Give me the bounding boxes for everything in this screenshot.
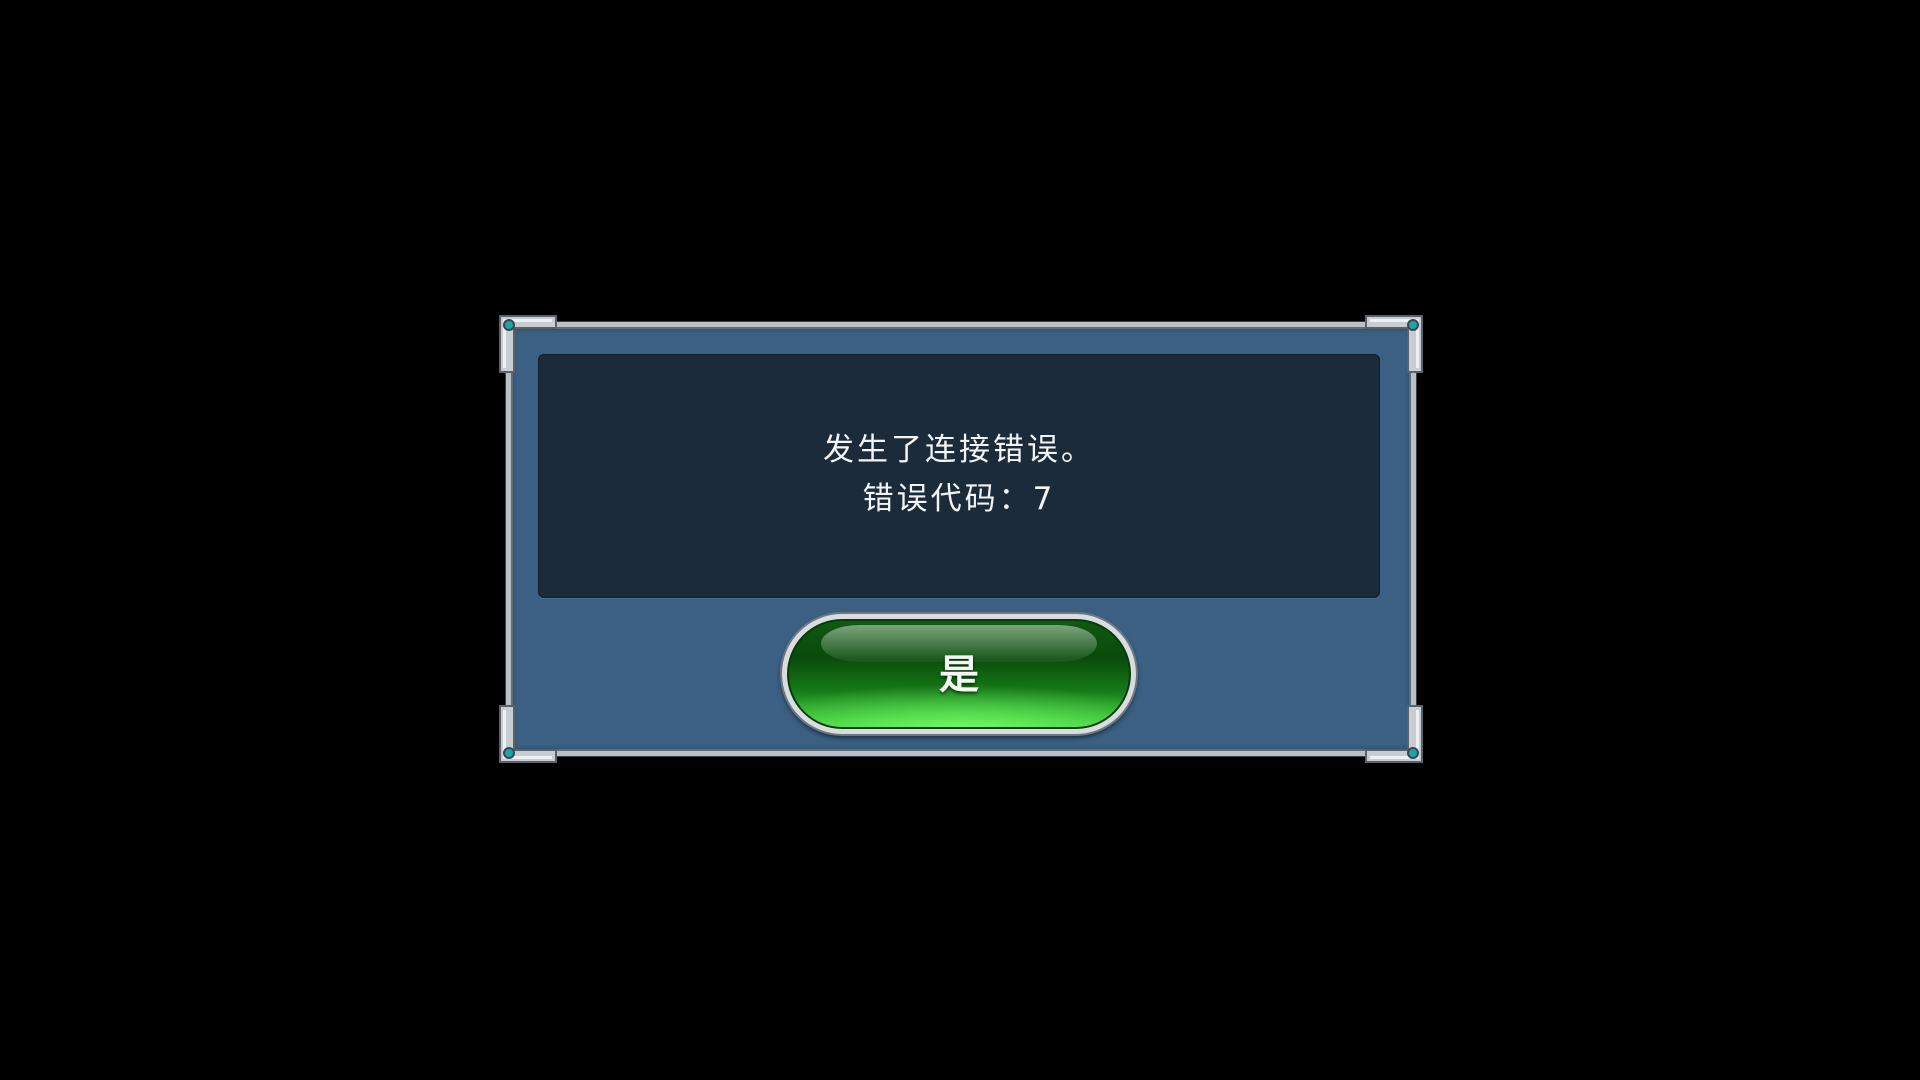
confirm-button[interactable]: 是	[782, 614, 1136, 734]
error-dialog: 发生了连接错误。 错误代码：7 是	[499, 315, 1423, 763]
game-screen: 发生了连接错误。 错误代码：7 是	[0, 0, 1920, 1080]
confirm-button-label: 是	[939, 652, 979, 698]
message-panel: 发生了连接错误。 错误代码：7	[538, 354, 1380, 598]
metal-corner-bracket-icon	[496, 704, 558, 766]
error-code: 错误代码：7	[862, 481, 1056, 517]
error-message: 发生了连接错误。	[823, 432, 1095, 468]
metal-corner-bracket-icon	[1364, 704, 1426, 766]
